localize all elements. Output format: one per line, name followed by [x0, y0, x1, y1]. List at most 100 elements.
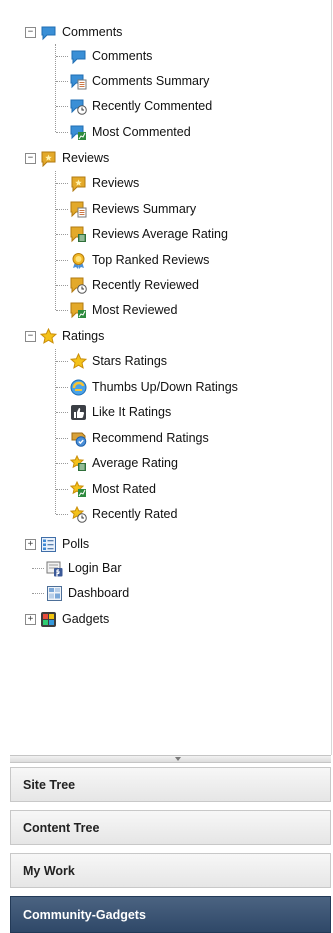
tree-node-ratings[interactable]: Ratings: [40, 325, 104, 347]
login-bar-icon: [46, 560, 63, 577]
thumbs-up-down-icon: [70, 379, 87, 396]
star-icon: [70, 352, 87, 370]
tree-node-reviews[interactable]: Reviews: [40, 147, 109, 169]
tree-connector: [56, 489, 68, 490]
star-icon: [40, 327, 57, 345]
collapse-arrow-icon[interactable]: [175, 757, 181, 761]
panel-splitter[interactable]: [10, 755, 331, 763]
tree-node-label: Top Ranked Reviews: [92, 253, 210, 267]
review-bubble-icon: [70, 175, 87, 192]
tree-connector: [32, 568, 44, 569]
tree-connector: [56, 183, 68, 184]
tree-connector: [56, 361, 68, 362]
tree-connector: [56, 81, 68, 82]
tree-node-label: Thumbs Up/Down Ratings: [92, 380, 238, 394]
tree-node-recently-rated[interactable]: Recently Rated: [70, 503, 177, 525]
tree-node-label: Ratings: [62, 329, 105, 343]
accordion-my-work[interactable]: My Work: [10, 853, 331, 888]
accordion-site-tree[interactable]: Site Tree: [10, 767, 331, 802]
tree-node-average-rating[interactable]: Average Rating: [70, 452, 178, 474]
accordion-label: Community-Gadgets: [23, 907, 146, 922]
gadget-tree-panel: − Comments Comments Comments Summary Rec…: [10, 0, 332, 755]
star-chart-icon: [70, 480, 87, 498]
accordion-label: Site Tree: [23, 777, 76, 792]
tree-connector: [55, 171, 56, 310]
tree-node-label: Recently Rated: [92, 507, 178, 521]
review-summary-icon: [70, 201, 87, 218]
review-chart-icon: [70, 302, 87, 319]
tree-node-most-rated[interactable]: Most Rated: [70, 478, 156, 500]
star-table-icon: [70, 454, 87, 472]
tree-node-label: Polls: [62, 537, 90, 551]
tree-node-comments[interactable]: Comments: [40, 21, 122, 43]
tree-connector: [56, 438, 68, 439]
tree-node-reviews-average-rating[interactable]: Reviews Average Rating: [70, 223, 228, 245]
gadgets-expand-toggle[interactable]: +: [25, 614, 36, 625]
tree-connector: [56, 234, 68, 235]
tree-connector: [56, 260, 68, 261]
gadgets-grid-icon: [40, 611, 57, 628]
tree-node-label: Comments: [92, 49, 153, 63]
tree-node-stars-ratings[interactable]: Stars Ratings: [70, 350, 167, 372]
tree-connector: [56, 56, 68, 57]
accordion-community-gadgets[interactable]: Community-Gadgets: [10, 896, 331, 933]
tree-node-label: Like It Ratings: [92, 405, 172, 419]
tree-node-label: Most Commented: [92, 125, 191, 139]
tree-connector: [56, 209, 68, 210]
tree-node-label: Login Bar: [68, 561, 122, 575]
polls-expand-toggle[interactable]: +: [25, 539, 36, 550]
accordion-content-tree[interactable]: Content Tree: [10, 810, 331, 845]
accordion-label: Content Tree: [23, 820, 100, 835]
accordion-label: My Work: [23, 863, 75, 878]
star-clock-icon: [70, 505, 87, 523]
tree-node-gadgets[interactable]: Gadgets: [40, 608, 109, 630]
like-thumb-icon: [70, 404, 87, 421]
tree-node-recently-commented[interactable]: Recently Commented: [70, 95, 212, 117]
tree-node-comments-summary[interactable]: Comments Summary: [70, 70, 209, 92]
tree-node-top-ranked-reviews[interactable]: Top Ranked Reviews: [70, 249, 209, 271]
ratings-collapse-toggle[interactable]: −: [25, 331, 36, 342]
recommend-check-icon: [70, 430, 87, 447]
tree-node-label: Most Rated: [92, 482, 156, 496]
comment-summary-icon: [70, 73, 87, 90]
tree-node-most-commented[interactable]: Most Commented: [70, 121, 191, 143]
tree-node-like-it-ratings[interactable]: Like It Ratings: [70, 401, 171, 423]
tree-node-most-reviewed[interactable]: Most Reviewed: [70, 299, 177, 321]
tree-node-label: Stars Ratings: [92, 354, 168, 368]
tree-node-polls[interactable]: Polls: [40, 533, 89, 555]
tree-node-label: Dashboard: [68, 586, 130, 600]
tree-node-thumbs-ratings[interactable]: Thumbs Up/Down Ratings: [70, 376, 238, 398]
tree-node-recently-reviewed[interactable]: Recently Reviewed: [70, 274, 199, 296]
tree-node-label: Recently Commented: [92, 99, 213, 113]
tree-node-label: Comments: [62, 25, 123, 39]
review-bubble-icon: [40, 150, 57, 167]
tree-node-login-bar[interactable]: Login Bar: [46, 557, 122, 579]
tree-node-dashboard[interactable]: Dashboard: [46, 582, 129, 604]
tree-node-comments-comments[interactable]: Comments: [70, 45, 152, 67]
comment-chart-icon: [70, 124, 87, 141]
tree-node-label: Reviews: [62, 151, 110, 165]
tree-connector: [56, 387, 68, 388]
tree-node-label: Average Rating: [92, 456, 178, 470]
tree-node-reviews-summary[interactable]: Reviews Summary: [70, 198, 196, 220]
dashboard-icon: [46, 585, 63, 602]
tree-node-reviews-reviews[interactable]: Reviews: [70, 172, 139, 194]
tree-connector: [56, 463, 68, 464]
comment-clock-icon: [70, 98, 87, 115]
tree-node-recommend-ratings[interactable]: Recommend Ratings: [70, 427, 209, 449]
review-average-icon: [70, 226, 87, 243]
award-ribbon-icon: [70, 252, 87, 269]
comment-bubble-icon: [70, 48, 87, 65]
tree-connector: [56, 514, 68, 515]
comments-collapse-toggle[interactable]: −: [25, 27, 36, 38]
tree-connector: [56, 106, 68, 107]
tree-node-label: Reviews: [92, 176, 140, 190]
tree-node-label: Recommend Ratings: [92, 431, 209, 445]
tree-connector: [56, 310, 68, 311]
reviews-collapse-toggle[interactable]: −: [25, 153, 36, 164]
tree-connector: [56, 412, 68, 413]
comment-bubble-icon: [40, 24, 57, 41]
tree-connector: [56, 132, 68, 133]
tree-connector: [56, 285, 68, 286]
tree-node-label: Most Reviewed: [92, 303, 178, 317]
